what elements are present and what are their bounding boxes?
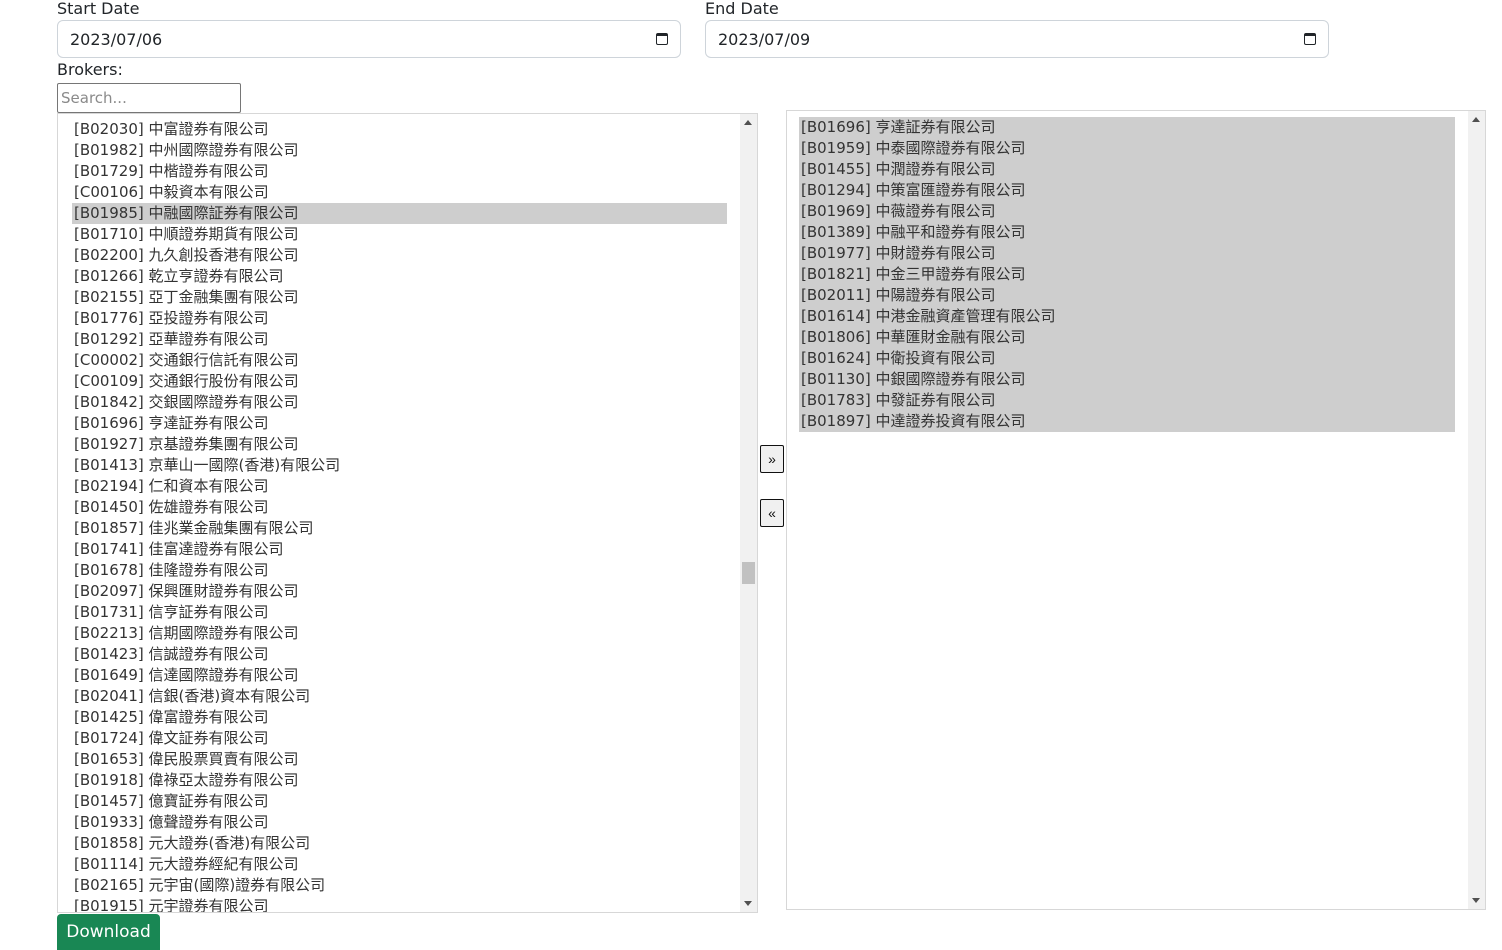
list-item[interactable]: [B01806] 中華匯財金融有限公司 xyxy=(799,327,1455,348)
selected-list-scrollbar[interactable] xyxy=(1468,111,1485,909)
arrow-up-icon[interactable] xyxy=(1472,117,1480,122)
list-item[interactable]: [B01710] 中順證券期貨有限公司 xyxy=(72,224,727,245)
list-item[interactable]: [B01653] 偉民股票買賣有限公司 xyxy=(72,749,727,770)
list-item[interactable]: [B01294] 中策富匯證券有限公司 xyxy=(799,180,1455,201)
list-item[interactable]: [B02200] 九久創投香港有限公司 xyxy=(72,245,727,266)
list-item[interactable]: [B01982] 中州國際證券有限公司 xyxy=(72,140,727,161)
scrollbar-thumb[interactable] xyxy=(742,562,755,584)
end-date-label: End Date xyxy=(705,0,779,18)
list-item[interactable]: [B01450] 佐雄證券有限公司 xyxy=(72,497,727,518)
list-item[interactable]: [B01927] 京基證券集團有限公司 xyxy=(72,434,727,455)
list-item[interactable]: [B01915] 元宇證券有限公司 xyxy=(72,896,727,912)
end-date-input[interactable]: 2023/07/09 xyxy=(705,20,1329,58)
list-item[interactable]: [B01389] 中融平和證券有限公司 xyxy=(799,222,1455,243)
list-item[interactable]: [B01266] 乾立亨證券有限公司 xyxy=(72,266,727,287)
list-item[interactable]: [C00106] 中毅資本有限公司 xyxy=(72,182,727,203)
list-item[interactable]: [B01977] 中財證券有限公司 xyxy=(799,243,1455,264)
arrow-down-icon[interactable] xyxy=(1472,898,1480,903)
list-item[interactable]: [B01897] 中達證券投資有限公司 xyxy=(799,411,1455,432)
list-item[interactable]: [B01649] 信達國際證券有限公司 xyxy=(72,665,727,686)
list-item[interactable]: [B01741] 佳富達證券有限公司 xyxy=(72,539,727,560)
list-item[interactable]: [B01423] 信誠證券有限公司 xyxy=(72,644,727,665)
list-item[interactable]: [B01731] 信亨証券有限公司 xyxy=(72,602,727,623)
list-item[interactable]: [B01696] 亨達証券有限公司 xyxy=(799,117,1455,138)
arrow-down-icon[interactable] xyxy=(744,901,752,906)
list-item[interactable]: [B02155] 亞丁金融集團有限公司 xyxy=(72,287,727,308)
list-item[interactable]: [B01783] 中發証券有限公司 xyxy=(799,390,1455,411)
selected-brokers-items: [B01696] 亨達証券有限公司 [B01959] 中泰國際證券有限公司 [B01… xyxy=(799,117,1455,909)
broker-search-input[interactable] xyxy=(57,83,241,113)
list-item[interactable]: [B01678] 佳隆證券有限公司 xyxy=(72,560,727,581)
list-item[interactable]: [B01413] 京華山一國際(香港)有限公司 xyxy=(72,455,727,476)
list-item[interactable]: [B02041] 信銀(香港)資本有限公司 xyxy=(72,686,727,707)
list-item[interactable]: [B01857] 佳兆業金融集團有限公司 xyxy=(72,518,727,539)
list-item[interactable]: [B01455] 中潤證券有限公司 xyxy=(799,159,1455,180)
available-brokers-items: [B02030] 中富證券有限公司 [B01982] 中州國際證券有限公司 [B01… xyxy=(72,119,727,912)
list-item[interactable]: [B01842] 交銀國際證券有限公司 xyxy=(72,392,727,413)
list-item[interactable]: [B02213] 信期國際證券有限公司 xyxy=(72,623,727,644)
list-item[interactable]: [B01130] 中銀國際證券有限公司 xyxy=(799,369,1455,390)
list-item[interactable]: [B02097] 保興匯財證券有限公司 xyxy=(72,581,727,602)
list-item[interactable]: [B01614] 中港金融資產管理有限公司 xyxy=(799,306,1455,327)
download-button[interactable]: Download xyxy=(57,914,160,950)
calendar-icon[interactable] xyxy=(1304,33,1316,45)
list-item[interactable]: [B01933] 億聲證券有限公司 xyxy=(72,812,727,833)
selected-brokers-list[interactable]: [B01696] 亨達証券有限公司 [B01959] 中泰國際證券有限公司 [B01… xyxy=(786,110,1486,910)
list-item[interactable]: [B01858] 元大證券(香港)有限公司 xyxy=(72,833,727,854)
list-item[interactable]: [C00002] 交通銀行信託有限公司 xyxy=(72,350,727,371)
start-date-value: 2023/07/06 xyxy=(70,29,163,49)
remove-broker-button[interactable]: « xyxy=(760,499,784,527)
list-item[interactable]: [C00109] 交通銀行股份有限公司 xyxy=(72,371,727,392)
arrow-up-icon[interactable] xyxy=(744,120,752,125)
list-item[interactable]: [B01457] 億寶証券有限公司 xyxy=(72,791,727,812)
list-item[interactable]: [B02011] 中陽證券有限公司 xyxy=(799,285,1455,306)
list-item[interactable]: [B02165] 元宇宙(國際)證券有限公司 xyxy=(72,875,727,896)
start-date-input[interactable]: 2023/07/06 xyxy=(57,20,681,58)
list-item[interactable]: [B01624] 中衛投資有限公司 xyxy=(799,348,1455,369)
add-broker-button[interactable]: » xyxy=(760,445,784,473)
calendar-icon[interactable] xyxy=(656,33,668,45)
list-item[interactable]: [B01985] 中融國際証券有限公司 xyxy=(72,203,727,224)
list-item[interactable]: [B01292] 亞華證券有限公司 xyxy=(72,329,727,350)
list-item[interactable]: [B01425] 偉富證券有限公司 xyxy=(72,707,727,728)
broker-report-form: Start Date 2023/07/06 End Date 2023/07/0… xyxy=(0,0,1502,950)
list-item[interactable]: [B01696] 亨達証券有限公司 xyxy=(72,413,727,434)
list-item[interactable]: [B01114] 元大證券經紀有限公司 xyxy=(72,854,727,875)
list-item[interactable]: [B01918] 偉祿亞太證券有限公司 xyxy=(72,770,727,791)
list-item[interactable]: [B01776] 亞投證券有限公司 xyxy=(72,308,727,329)
end-date-value: 2023/07/09 xyxy=(718,29,811,49)
available-brokers-list[interactable]: [B02030] 中富證券有限公司 [B01982] 中州國際證券有限公司 [B01… xyxy=(57,113,758,913)
list-item[interactable]: [B02030] 中富證券有限公司 xyxy=(72,119,727,140)
list-item[interactable]: [B02194] 仁和資本有限公司 xyxy=(72,476,727,497)
list-item[interactable]: [B01729] 中楷證券有限公司 xyxy=(72,161,727,182)
list-item[interactable]: [B01969] 中薇證券有限公司 xyxy=(799,201,1455,222)
start-date-label: Start Date xyxy=(57,0,140,18)
list-item[interactable]: [B01724] 偉文証券有限公司 xyxy=(72,728,727,749)
list-item[interactable]: [B01821] 中金三甲證券有限公司 xyxy=(799,264,1455,285)
available-list-scrollbar[interactable] xyxy=(740,114,757,912)
list-item[interactable]: [B01959] 中泰國際證券有限公司 xyxy=(799,138,1455,159)
brokers-label: Brokers: xyxy=(57,60,123,79)
